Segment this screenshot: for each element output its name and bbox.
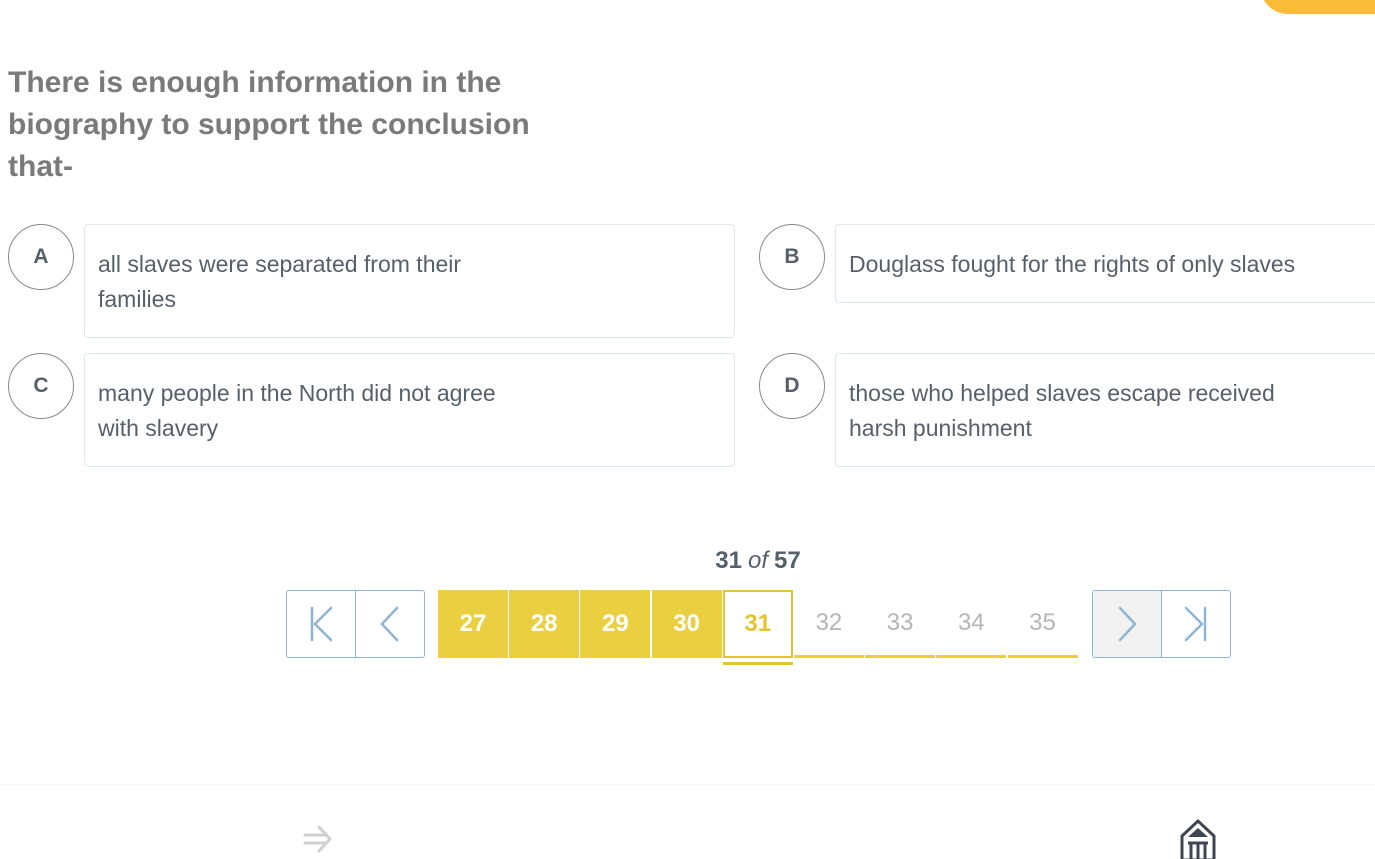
arrow-right-icon xyxy=(303,825,332,853)
home-icon xyxy=(1180,819,1216,859)
quiz-page: There is enough information in the biogr… xyxy=(0,0,1375,859)
last-page-button[interactable] xyxy=(1161,591,1230,657)
choice-c-text-line-2: with slavery xyxy=(98,415,219,441)
counter-of-label: of xyxy=(747,547,768,574)
page-number-strip: 27 28 29 30 31 32 33 34 35 xyxy=(438,590,1079,668)
nav-forward-group xyxy=(1092,590,1231,658)
page-button-33[interactable]: 33 xyxy=(865,590,936,658)
page-button-31-current[interactable]: 31 xyxy=(722,590,793,665)
page-button-35[interactable]: 35 xyxy=(1007,590,1078,658)
current-question-number: 31 xyxy=(715,547,742,574)
footer-home-button[interactable] xyxy=(1177,815,1219,859)
choice-a-text-line-1: all slaves were separated from their xyxy=(98,251,462,277)
footer-forward-button[interactable] xyxy=(298,819,338,859)
choice-letter-b[interactable]: B xyxy=(759,224,825,290)
page-button-34[interactable]: 34 xyxy=(936,590,1007,658)
first-page-icon xyxy=(310,606,333,642)
page-button-28[interactable]: 28 xyxy=(509,590,580,658)
page-button-32[interactable]: 32 xyxy=(793,590,864,658)
total-questions: 57 xyxy=(774,547,801,574)
choice-letter-d[interactable]: D xyxy=(759,353,825,419)
choice-a-text-line-2: families xyxy=(98,286,176,312)
page-button-27[interactable]: 27 xyxy=(438,590,508,658)
question-text: There is enough information in the biogr… xyxy=(8,66,530,183)
choice-b-box[interactable]: Douglass fought for the rights of only s… xyxy=(835,224,1375,303)
first-page-button[interactable] xyxy=(287,591,355,657)
choice-d-text-line-2: harsh punishment xyxy=(849,415,1032,441)
last-page-icon xyxy=(1184,606,1207,642)
choice-letter-c[interactable]: C xyxy=(8,353,74,419)
next-page-icon xyxy=(1118,606,1137,642)
choice-c-text-line-1: many people in the North did not agree xyxy=(98,380,496,406)
choice-b-text-line-1: Douglass fought for the rights of only s… xyxy=(849,251,1296,277)
corner-tab[interactable] xyxy=(1260,0,1375,14)
next-page-button[interactable] xyxy=(1093,591,1161,657)
page-button-29[interactable]: 29 xyxy=(580,590,651,658)
previous-page-icon xyxy=(380,606,399,642)
question-counter: 31 of 57 xyxy=(560,547,956,575)
page-button-30[interactable]: 30 xyxy=(651,590,722,658)
footer-bar xyxy=(0,784,1375,859)
choice-letter-a[interactable]: A xyxy=(8,224,74,290)
choice-d-text-line-1: those who helped slaves escape received xyxy=(849,380,1275,406)
nav-back-group xyxy=(286,590,425,658)
previous-page-button[interactable] xyxy=(355,591,424,657)
choice-a-box[interactable]: all slaves were separated from their fam… xyxy=(84,224,735,338)
choice-c-box[interactable]: many people in the North did not agree w… xyxy=(84,353,735,467)
choice-d-box[interactable]: those who helped slaves escape received … xyxy=(835,353,1375,467)
